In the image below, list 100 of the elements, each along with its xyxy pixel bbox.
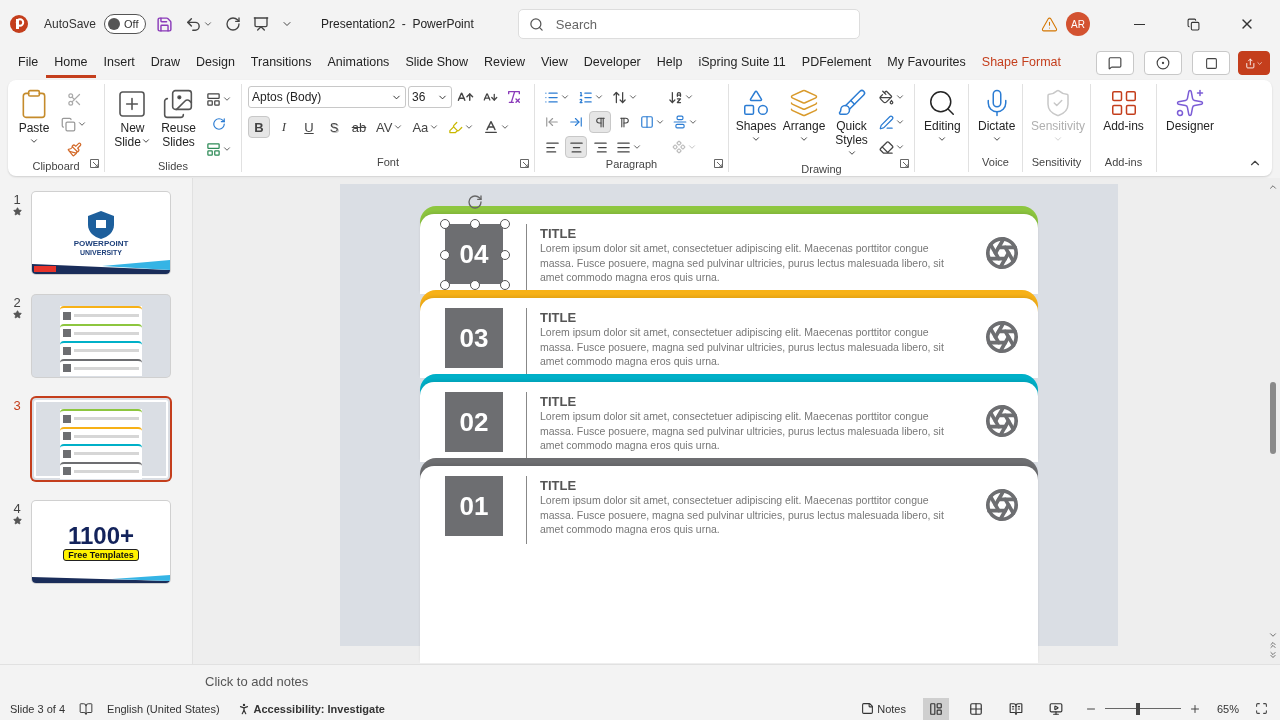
caret-icon (203, 19, 214, 29)
ribbon-tab[interactable]: Draw (142, 48, 188, 78)
format-button[interactable]: S (323, 116, 345, 138)
ribbon-tab[interactable]: Animations (319, 48, 398, 78)
meeting-button[interactable] (1192, 51, 1230, 75)
search-icon (528, 16, 544, 32)
accessibility-button[interactable]: Accessibility: Investigate (233, 697, 388, 720)
dialog-launcher-icon[interactable] (90, 159, 99, 168)
scroll-up-icon (1267, 182, 1278, 192)
copy-icon (61, 116, 76, 132)
align-right-icon (592, 139, 608, 155)
decrease-indent-icon (545, 115, 559, 129)
align-button[interactable] (565, 136, 587, 158)
ribbon-tab[interactable]: Insert (95, 48, 143, 78)
normal-view-button[interactable] (922, 697, 949, 720)
ribbon-tab[interactable]: Design (187, 48, 243, 78)
row-text: Lorem ipsum dolor sit amet, consectetuer adipiscing elit. Maecenas porttitor congue massa. Fusce posuere, magna sed pulvinar ultricies, purus lectus malesuada libero, sit amet commodo magna eros quis urna. (540, 241, 945, 285)
slide-number: 3 (13, 398, 21, 413)
resize-handle[interactable] (500, 250, 510, 260)
copy-icon (1186, 17, 1200, 31)
designer-button[interactable]: Designer (1163, 86, 1217, 135)
resize-handle[interactable] (440, 250, 450, 260)
ribbon-tab[interactable]: Slide Show (397, 48, 476, 78)
slide-thumbnail[interactable] (32, 398, 170, 480)
ribbon-tab[interactable]: Developer (575, 48, 649, 78)
ribbon-tab[interactable]: PDFelement (793, 48, 880, 78)
dictate-button[interactable]: Dictate (975, 86, 1019, 146)
arrange-button[interactable]: Arrange (781, 86, 827, 146)
reuse-slides-button[interactable]: Reuse Slides (157, 86, 199, 151)
app-logo-icon (10, 15, 28, 33)
notes-icon (861, 702, 875, 715)
increase-indent-icon (569, 115, 583, 129)
effects-icon (879, 139, 894, 155)
ribbon-tab[interactable]: My Favourites (879, 48, 974, 78)
language-label: English (United States) (107, 702, 220, 715)
fit-slide-button[interactable] (1253, 700, 1270, 717)
search-field[interactable]: Search (517, 9, 860, 39)
caret-icon (751, 134, 761, 144)
scissors-icon (66, 91, 82, 107)
caret-icon (393, 122, 404, 132)
dialog-launcher-icon[interactable] (520, 159, 529, 168)
comments-button[interactable] (1096, 51, 1134, 75)
dialog-launcher-icon[interactable] (714, 159, 723, 168)
caret-icon (29, 136, 39, 146)
group-label: Clipboard (32, 160, 80, 172)
row-title: TITLE (540, 394, 578, 409)
line-spacing-icon (612, 89, 627, 105)
row-title: TITLE (540, 226, 578, 241)
dialog-launcher-icon[interactable] (900, 159, 909, 168)
quick-styles-button[interactable]: Quick Styles (831, 86, 872, 163)
resize-handle[interactable] (470, 219, 480, 229)
caret-icon (895, 117, 905, 127)
align-center-icon (568, 139, 584, 155)
caret-icon (684, 92, 694, 102)
resize-handle[interactable] (500, 219, 510, 229)
format-button[interactable]: B (248, 116, 270, 138)
paint-bucket-icon (879, 89, 894, 105)
spelling-icon (79, 701, 94, 716)
plus-icon (1188, 702, 1201, 715)
share-button[interactable] (1238, 51, 1270, 75)
font-size-field[interactable]: 36 (408, 86, 452, 108)
ribbon-tab[interactable]: View (532, 48, 576, 78)
format-button[interactable]: ab (348, 116, 370, 138)
slide-thumbnail[interactable]: 1100+ Free Templates (32, 501, 170, 583)
font-name-field[interactable]: Aptos (Body) (248, 86, 406, 108)
ribbon-tab[interactable]: Shape Format (973, 48, 1070, 78)
autosave-toggle[interactable]: Off (104, 14, 147, 34)
shield-logo-icon (86, 210, 116, 241)
resize-handle[interactable] (440, 219, 450, 229)
slide-position: Slide 3 of 4 (10, 702, 66, 715)
format-button[interactable]: AV (373, 116, 407, 138)
search-input[interactable]: Search (553, 15, 849, 33)
user-avatar[interactable]: AR (1066, 12, 1090, 36)
record-button[interactable] (1144, 51, 1182, 75)
ribbon-tab[interactable]: Help (648, 48, 691, 78)
format-button[interactable]: I (273, 116, 295, 138)
rotate-handle[interactable] (467, 194, 483, 210)
shapes-button[interactable]: Shapes (735, 86, 777, 146)
scrollbar-thumb[interactable] (1269, 382, 1276, 454)
format-button[interactable]: Aa (409, 116, 443, 138)
paste-button[interactable]: Paste (14, 86, 54, 148)
caret-icon (846, 148, 857, 158)
add-ins-button[interactable]: Add-ins (1097, 86, 1150, 135)
slide-thumbnail[interactable] (32, 295, 170, 377)
paintbrush-icon (66, 141, 82, 157)
notes-button[interactable]: Notes (858, 697, 909, 720)
autosave-label: AutoSave (44, 17, 97, 31)
ribbon-tab[interactable]: Review (475, 48, 533, 78)
editing-button[interactable]: Editing (921, 86, 964, 146)
ribbon-tab[interactable]: Home (46, 48, 96, 78)
new-slide-button[interactable]: New Slide (111, 86, 154, 151)
ribbon-tab[interactable]: Transitions (242, 48, 320, 78)
caret-icon (799, 134, 809, 144)
format-button[interactable]: U (298, 116, 320, 138)
ribbon-tab[interactable]: iSpring Suite 11 (690, 48, 794, 78)
window-icon (1204, 56, 1218, 70)
caret-icon (687, 142, 697, 152)
text-direction-toggle[interactable] (589, 111, 611, 133)
ribbon-tab[interactable]: File (10, 48, 47, 78)
notes-placeholder[interactable]: Click to add notes (205, 673, 309, 689)
